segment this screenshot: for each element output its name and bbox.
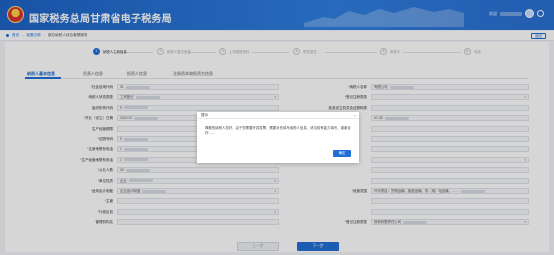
confirm-button[interactable]: 确定 bbox=[333, 150, 351, 157]
dialog-message: 尊敬的纳税人您好，由于您需要开具发票，需要补充填写纳税人信息，请当前有能力填写，… bbox=[205, 126, 351, 135]
dialog-header: 提示 × bbox=[197, 112, 359, 119]
close-icon[interactable]: × bbox=[354, 112, 356, 119]
dialog-title: 提示 bbox=[201, 113, 209, 117]
notice-dialog: 提示 × 尊敬的纳税人您好，由于您需要开具发票，需要补充填写纳税人信息，请当前有… bbox=[197, 112, 359, 163]
